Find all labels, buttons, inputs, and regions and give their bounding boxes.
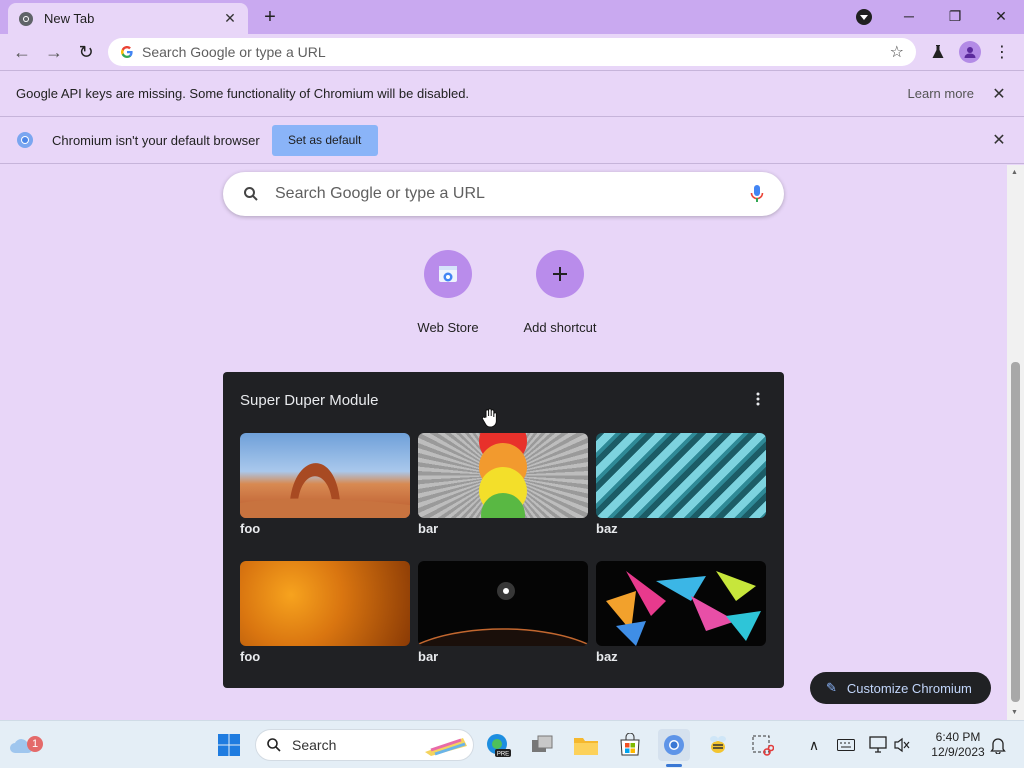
- chromium-taskbar-icon[interactable]: [658, 729, 690, 761]
- stacked-circles-art: [418, 433, 588, 518]
- close-infobar-icon[interactable]: ✕: [992, 86, 1006, 103]
- omnibox[interactable]: Search Google or type a URL ☆: [108, 38, 916, 66]
- taskbar-search[interactable]: Search: [255, 729, 474, 761]
- scroll-up-icon[interactable]: ▲: [1011, 169, 1018, 176]
- tab-new-tab[interactable]: New Tab ✕: [8, 3, 248, 34]
- menu-icon[interactable]: ⋮: [990, 40, 1014, 64]
- show-hidden-icons-chevron[interactable]: ∧: [798, 729, 830, 761]
- bookmark-star-icon[interactable]: ☆: [890, 42, 904, 62]
- bee-app-icon[interactable]: [702, 729, 734, 761]
- chromium-logo-icon: [17, 132, 33, 148]
- back-button[interactable]: ←: [8, 38, 36, 66]
- task-view-icon[interactable]: [526, 729, 558, 761]
- default-browser-infobar: Chromium isn't your default browser Set …: [0, 116, 1024, 164]
- ntp-search-box[interactable]: Search Google or type a URL: [223, 172, 784, 216]
- tile-label: baz: [596, 521, 618, 536]
- pencil-icon: ✎: [826, 680, 837, 695]
- web-store-icon: [424, 250, 472, 298]
- module-tile[interactable]: bar: [418, 433, 588, 536]
- module-title: Super Duper Module: [240, 392, 379, 409]
- ntp-search-placeholder: Search Google or type a URL: [275, 185, 485, 202]
- flask-icon[interactable]: [926, 40, 950, 64]
- module-tile[interactable]: bar: [418, 561, 588, 664]
- super-duper-module: Super Duper Module foo bar baz foo bar b…: [223, 372, 784, 688]
- search-icon: [244, 187, 258, 201]
- tile-label: foo: [240, 521, 261, 536]
- notification-badge: 1: [27, 736, 43, 752]
- new-tab-button[interactable]: +: [258, 6, 282, 28]
- tile-label: baz: [596, 649, 618, 664]
- tab-strip: New Tab ✕ + ─ ❐ ✕: [0, 0, 1024, 34]
- taskbar-search-label: Search: [292, 737, 337, 753]
- glass-building-photo: [596, 433, 766, 518]
- edge-beta-icon[interactable]: PRE: [482, 729, 514, 761]
- restore-button[interactable]: ❐: [932, 0, 978, 32]
- module-menu-icon[interactable]: [750, 392, 766, 406]
- search-highlight-icon: [425, 738, 467, 756]
- module-tile[interactable]: baz: [596, 433, 766, 536]
- active-app-indicator: [666, 764, 682, 767]
- orange-texture-photo: [240, 561, 410, 646]
- planet-horizon-photo: [418, 561, 588, 646]
- microphone-icon[interactable]: [750, 184, 764, 204]
- scroll-thumb[interactable]: [1011, 362, 1020, 702]
- close-window-button[interactable]: ✕: [978, 0, 1024, 32]
- volume-muted-icon[interactable]: [886, 729, 918, 761]
- shortcut-web-store[interactable]: Web Store: [392, 250, 504, 335]
- page-scrollbar[interactable]: ▲ ▼: [1007, 165, 1024, 720]
- file-explorer-icon[interactable]: [570, 729, 602, 761]
- plus-icon: [536, 250, 584, 298]
- weather-widget[interactable]: 1: [6, 729, 43, 761]
- windows-icon: [218, 734, 240, 756]
- minimize-button[interactable]: ─: [886, 0, 932, 32]
- omnibox-placeholder: Search Google or type a URL: [142, 44, 326, 60]
- snipping-tool-icon[interactable]: [746, 729, 778, 761]
- reload-button[interactable]: ↻: [72, 38, 100, 66]
- desert-arch-photo: [240, 433, 410, 518]
- paint-splash-art: [596, 561, 766, 646]
- tab-search-icon[interactable]: [856, 9, 872, 25]
- tile-label: bar: [418, 649, 439, 664]
- tab-title: New Tab: [44, 11, 95, 26]
- set-as-default-button[interactable]: Set as default: [271, 124, 378, 156]
- start-button[interactable]: [213, 729, 245, 761]
- svg-text:PRE: PRE: [497, 752, 509, 758]
- scroll-down-icon[interactable]: ▼: [1011, 709, 1018, 716]
- chromium-tab-icon: [19, 11, 33, 26]
- google-icon: [121, 46, 133, 58]
- customize-label: Customize Chromium: [846, 680, 972, 696]
- api-keys-message: Google API keys are missing. Some functi…: [16, 86, 470, 101]
- shortcut-label: Web Store: [417, 320, 479, 335]
- close-infobar-icon[interactable]: ✕: [992, 132, 1006, 149]
- tile-label: bar: [418, 521, 439, 536]
- taskbar: 1 Search PRE ∧ 6:40 PM 12/9/2023: [0, 720, 1024, 768]
- module-tile[interactable]: baz: [596, 561, 766, 664]
- tile-label: foo: [240, 649, 261, 664]
- profile-avatar[interactable]: [958, 40, 982, 64]
- forward-button[interactable]: →: [40, 38, 68, 66]
- search-icon: [267, 738, 281, 752]
- customize-chromium-button[interactable]: ✎ Customize Chromium: [810, 672, 991, 704]
- learn-more-link[interactable]: Learn more: [908, 86, 974, 101]
- module-tile[interactable]: foo: [240, 433, 410, 536]
- keyboard-icon[interactable]: [830, 729, 862, 761]
- api-keys-infobar: Google API keys are missing. Some functi…: [0, 70, 1024, 116]
- hand-cursor-icon: [481, 408, 497, 428]
- close-tab-icon[interactable]: ✕: [222, 10, 238, 27]
- microsoft-store-icon[interactable]: [614, 729, 646, 761]
- shortcut-add[interactable]: Add shortcut: [504, 250, 616, 335]
- module-tile[interactable]: foo: [240, 561, 410, 664]
- shortcut-label: Add shortcut: [523, 320, 597, 335]
- default-browser-message: Chromium isn't your default browser: [52, 132, 260, 148]
- notification-bell-icon[interactable]: [982, 729, 1014, 761]
